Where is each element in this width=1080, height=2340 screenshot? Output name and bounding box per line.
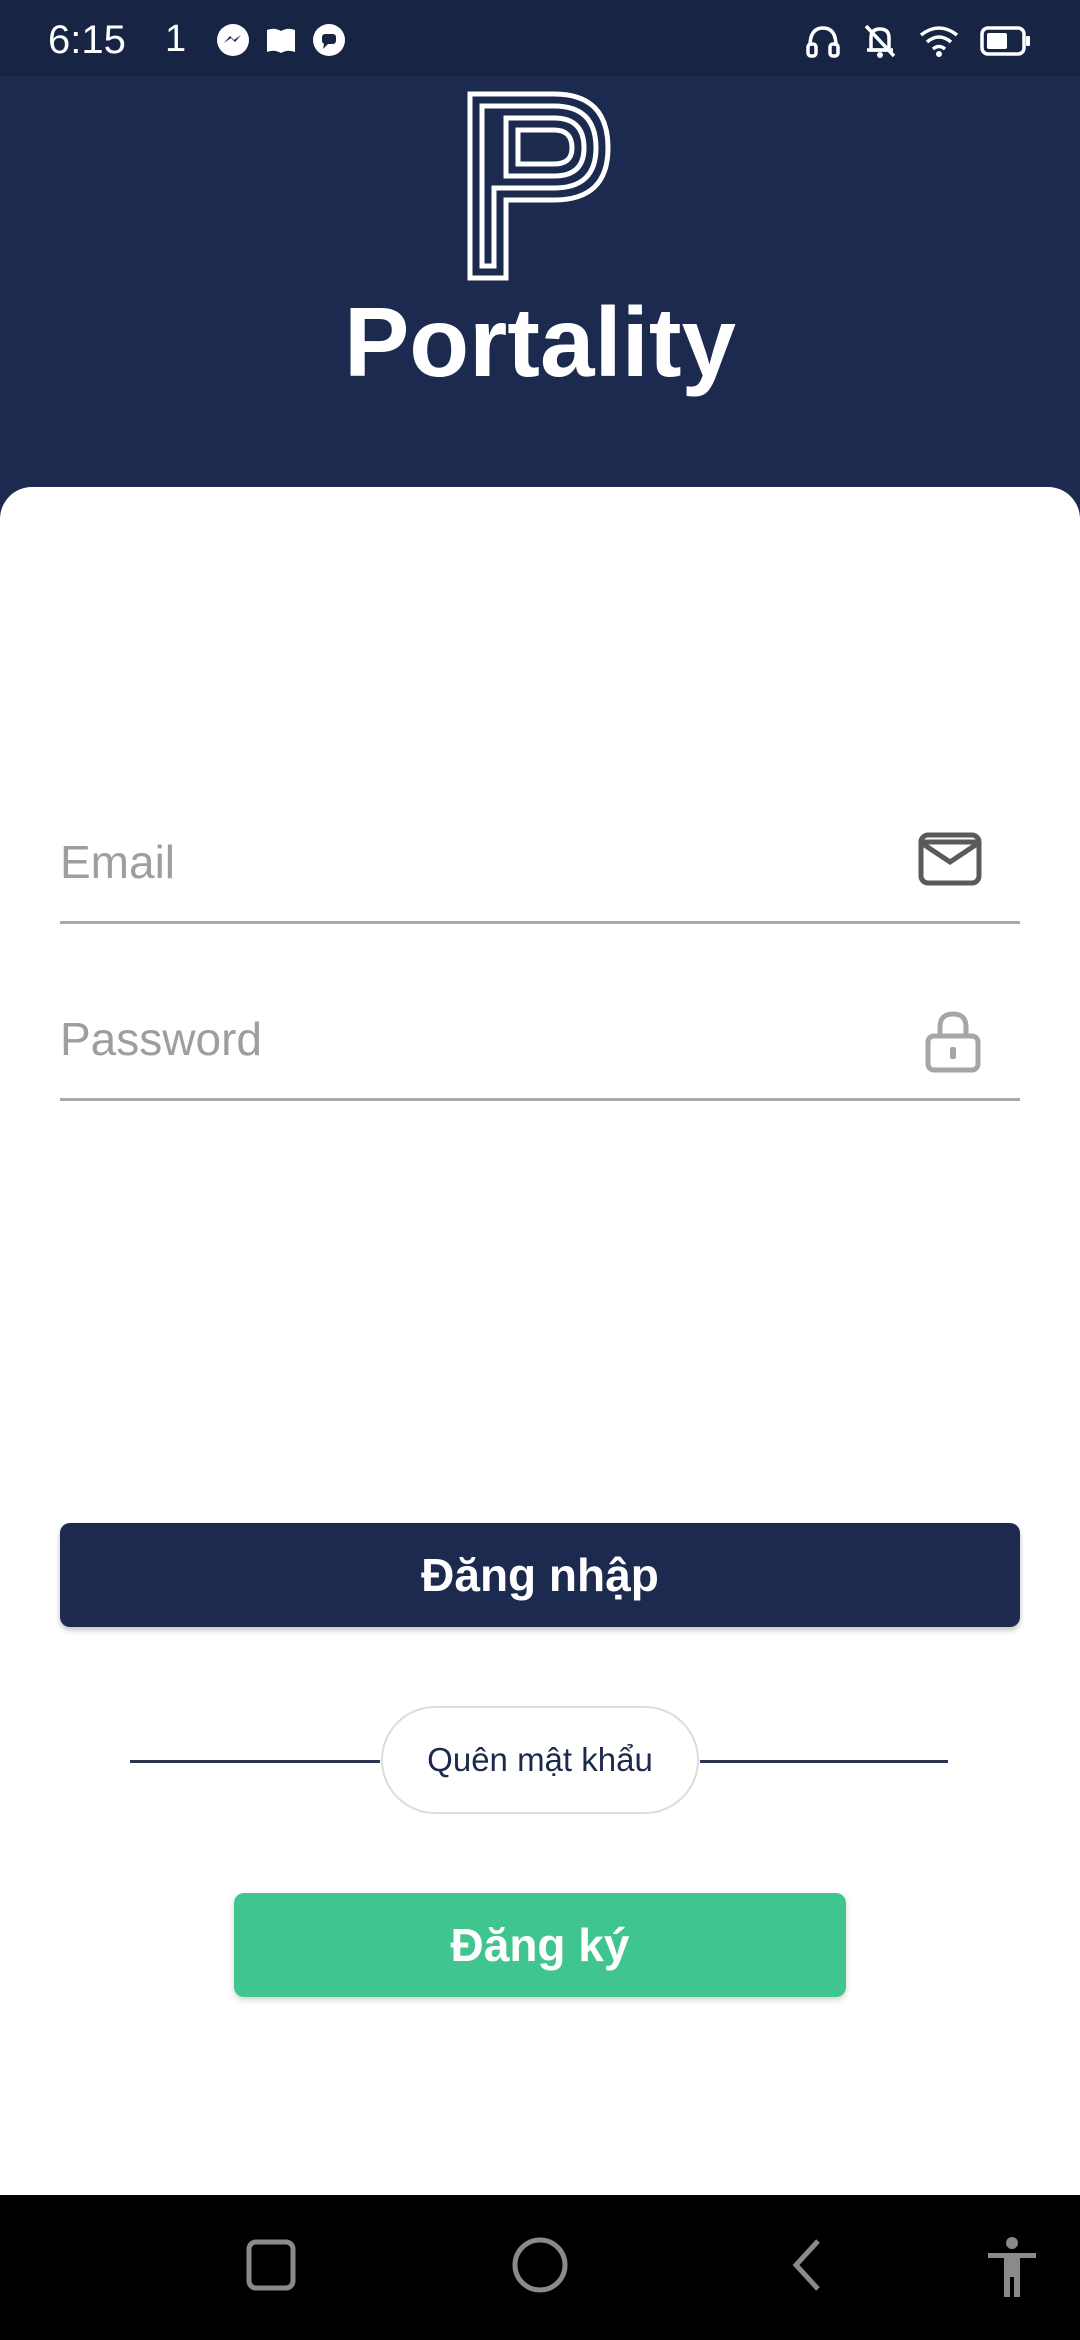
status-time: 6:15 — [48, 18, 126, 62]
wifi-icon — [919, 26, 959, 57]
book-icon — [267, 28, 295, 53]
navigation-bar — [0, 2195, 1080, 2340]
login-button[interactable]: Đăng nhập — [60, 1523, 1020, 1627]
chat-bubble-icon — [313, 24, 345, 56]
messenger-icon — [217, 24, 249, 56]
email-input[interactable] — [60, 802, 920, 921]
divider-right — [700, 1760, 948, 1763]
login-card: Đăng nhập Quên mật khẩu Đăng ký — [0, 487, 1080, 2195]
password-input[interactable] — [60, 979, 920, 1098]
headphones-icon — [806, 26, 840, 58]
home-circle-icon[interactable] — [510, 2235, 570, 2295]
lock-icon — [925, 1011, 981, 1073]
back-chevron-icon[interactable] — [788, 2235, 828, 2295]
status-notification-icons — [215, 22, 347, 58]
app-name: Portality — [343, 287, 737, 397]
status-system-icons — [804, 22, 1032, 60]
app-header: Portality — [0, 76, 1080, 506]
bell-off-icon — [864, 24, 896, 58]
register-button[interactable]: Đăng ký — [234, 1893, 846, 1997]
email-field — [60, 802, 1020, 924]
battery-icon — [980, 26, 1030, 56]
recents-square-icon[interactable] — [245, 2235, 297, 2295]
password-field — [60, 979, 1020, 1101]
status-signal-indicator: 1 — [165, 18, 187, 60]
forgot-password-button[interactable]: Quên mật khẩu — [381, 1706, 699, 1814]
accessibility-icon[interactable] — [982, 2235, 1042, 2299]
mail-icon — [918, 832, 982, 886]
divider-left — [130, 1760, 380, 1763]
portality-logo-icon — [467, 91, 611, 281]
status-bar: 6:15 1 — [0, 0, 1080, 76]
